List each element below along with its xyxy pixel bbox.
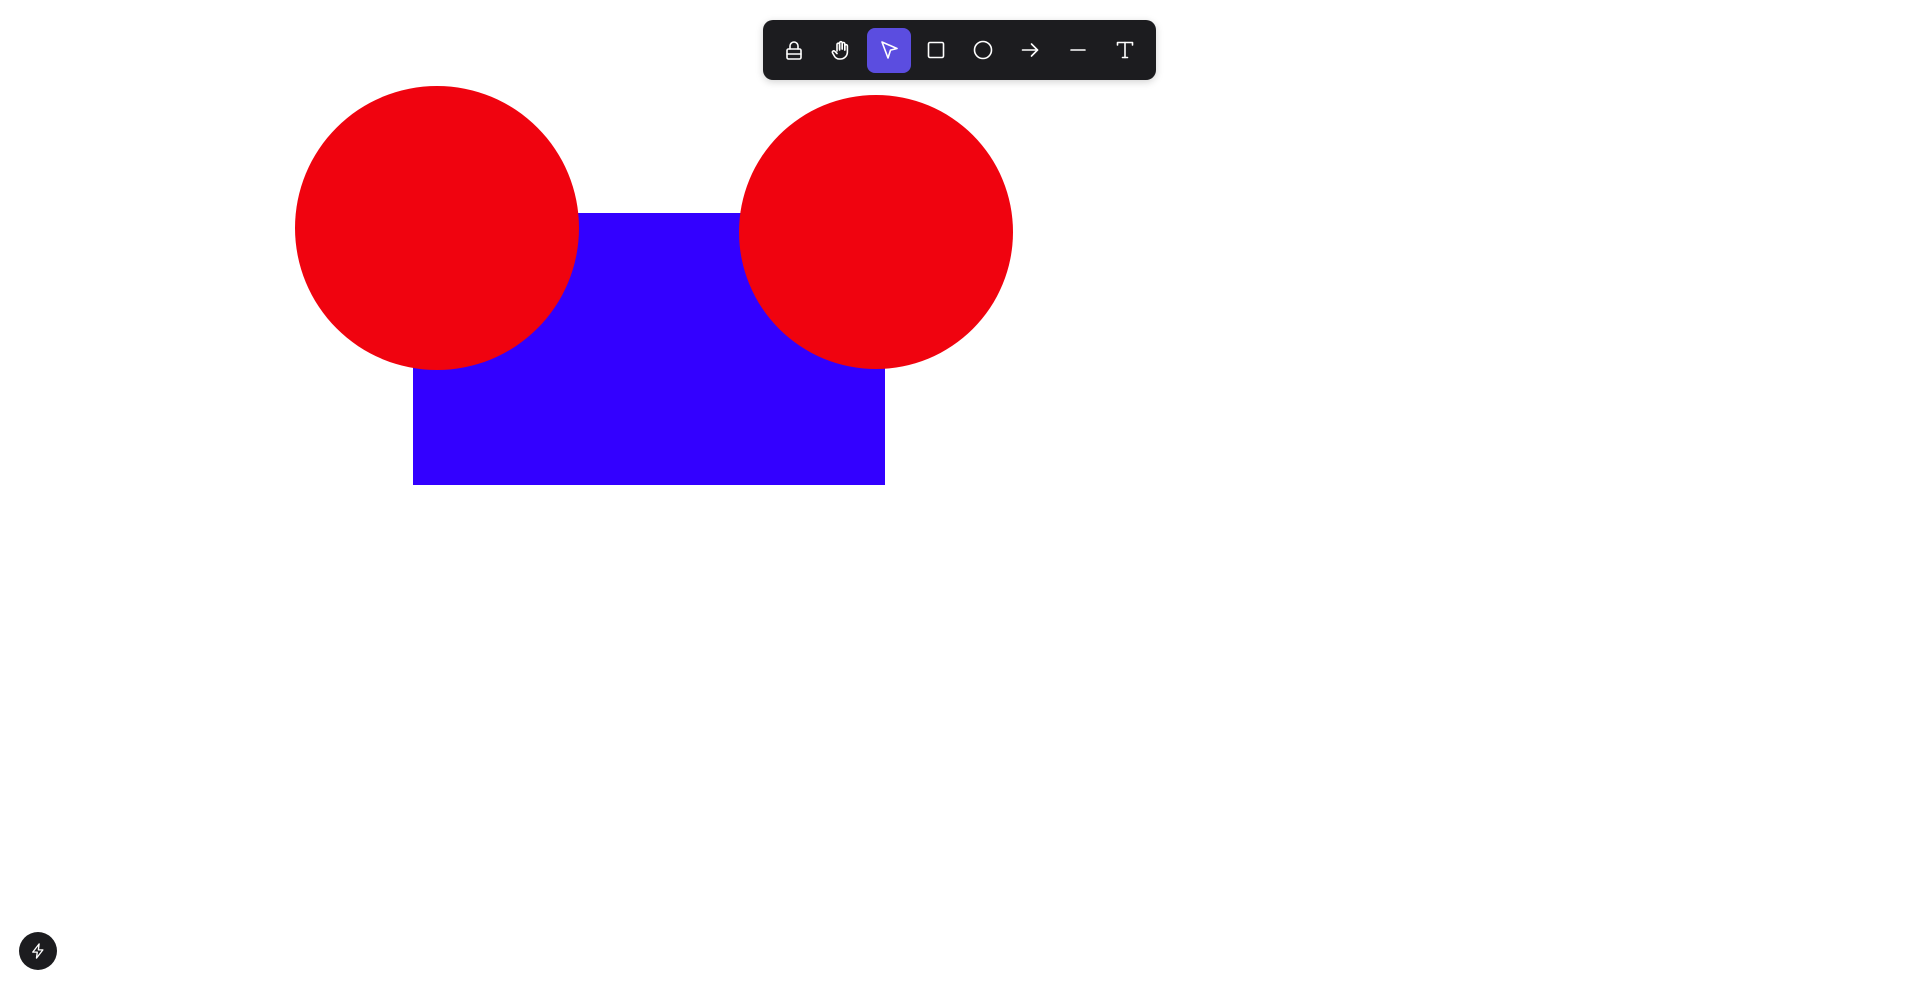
hand-icon	[829, 38, 853, 62]
arrow-tool-button[interactable]	[1008, 28, 1052, 73]
quick-actions-button[interactable]	[19, 932, 57, 970]
red-circle-shape-right[interactable]	[739, 95, 1013, 369]
ellipse-tool-button[interactable]	[961, 28, 1005, 73]
tool-toolbar	[763, 20, 1156, 80]
lock-icon	[782, 38, 806, 62]
lock-tool-button[interactable]	[772, 28, 816, 73]
hand-tool-button[interactable]	[819, 28, 863, 73]
red-circle-shape-left[interactable]	[295, 86, 579, 370]
arrow-right-icon	[1018, 38, 1042, 62]
text-icon	[1113, 38, 1137, 62]
select-tool-button[interactable]	[866, 27, 911, 73]
line-tool-button[interactable]	[1056, 28, 1100, 73]
circle-icon	[971, 38, 995, 62]
pointer-icon	[877, 38, 901, 62]
rectangle-tool-button[interactable]	[914, 28, 958, 73]
drawing-canvas[interactable]	[0, 0, 1917, 987]
text-tool-button[interactable]	[1103, 28, 1147, 73]
square-icon	[924, 38, 948, 62]
line-icon	[1066, 38, 1090, 62]
bolt-icon	[29, 942, 47, 960]
